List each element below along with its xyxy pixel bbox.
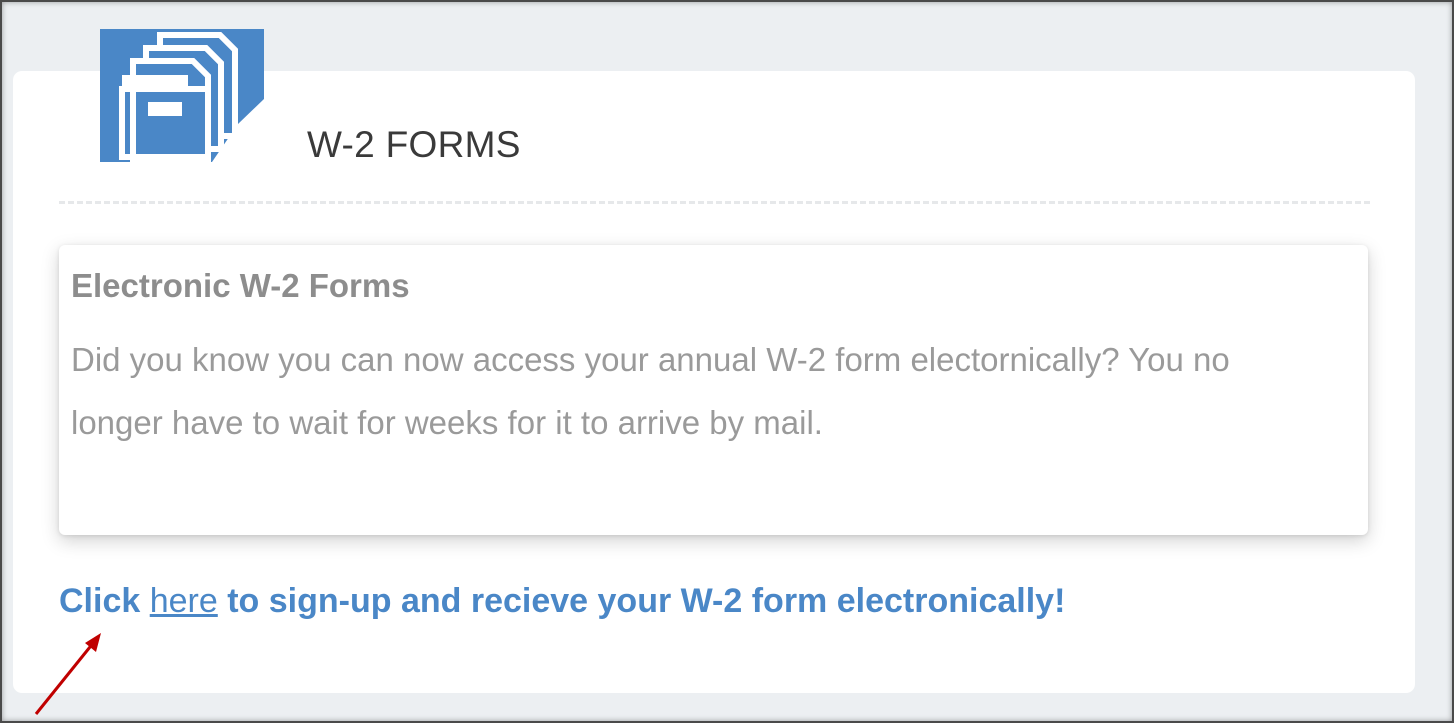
cta-suffix: to sign-up and recieve your W-2 form ele… (217, 582, 1066, 620)
info-body-text: Did you know you can now access your ann… (71, 341, 1230, 441)
signup-here-link[interactable]: here (150, 582, 218, 620)
info-heading: Electronic W-2 Forms (71, 267, 410, 304)
signup-call-to-action: Click here to sign-up and recieve your W… (59, 582, 1065, 621)
info-panel: Electronic W-2 Forms Did you know you ca… (59, 245, 1368, 535)
page-title: W-2 FORMS (307, 124, 521, 165)
screenshot-frame: W-2 FORMS Electronic W-2 Forms Did you k… (0, 0, 1454, 723)
section-divider (59, 201, 1370, 204)
cta-prefix: Click (59, 582, 150, 620)
file-drawer-icon (100, 29, 264, 162)
